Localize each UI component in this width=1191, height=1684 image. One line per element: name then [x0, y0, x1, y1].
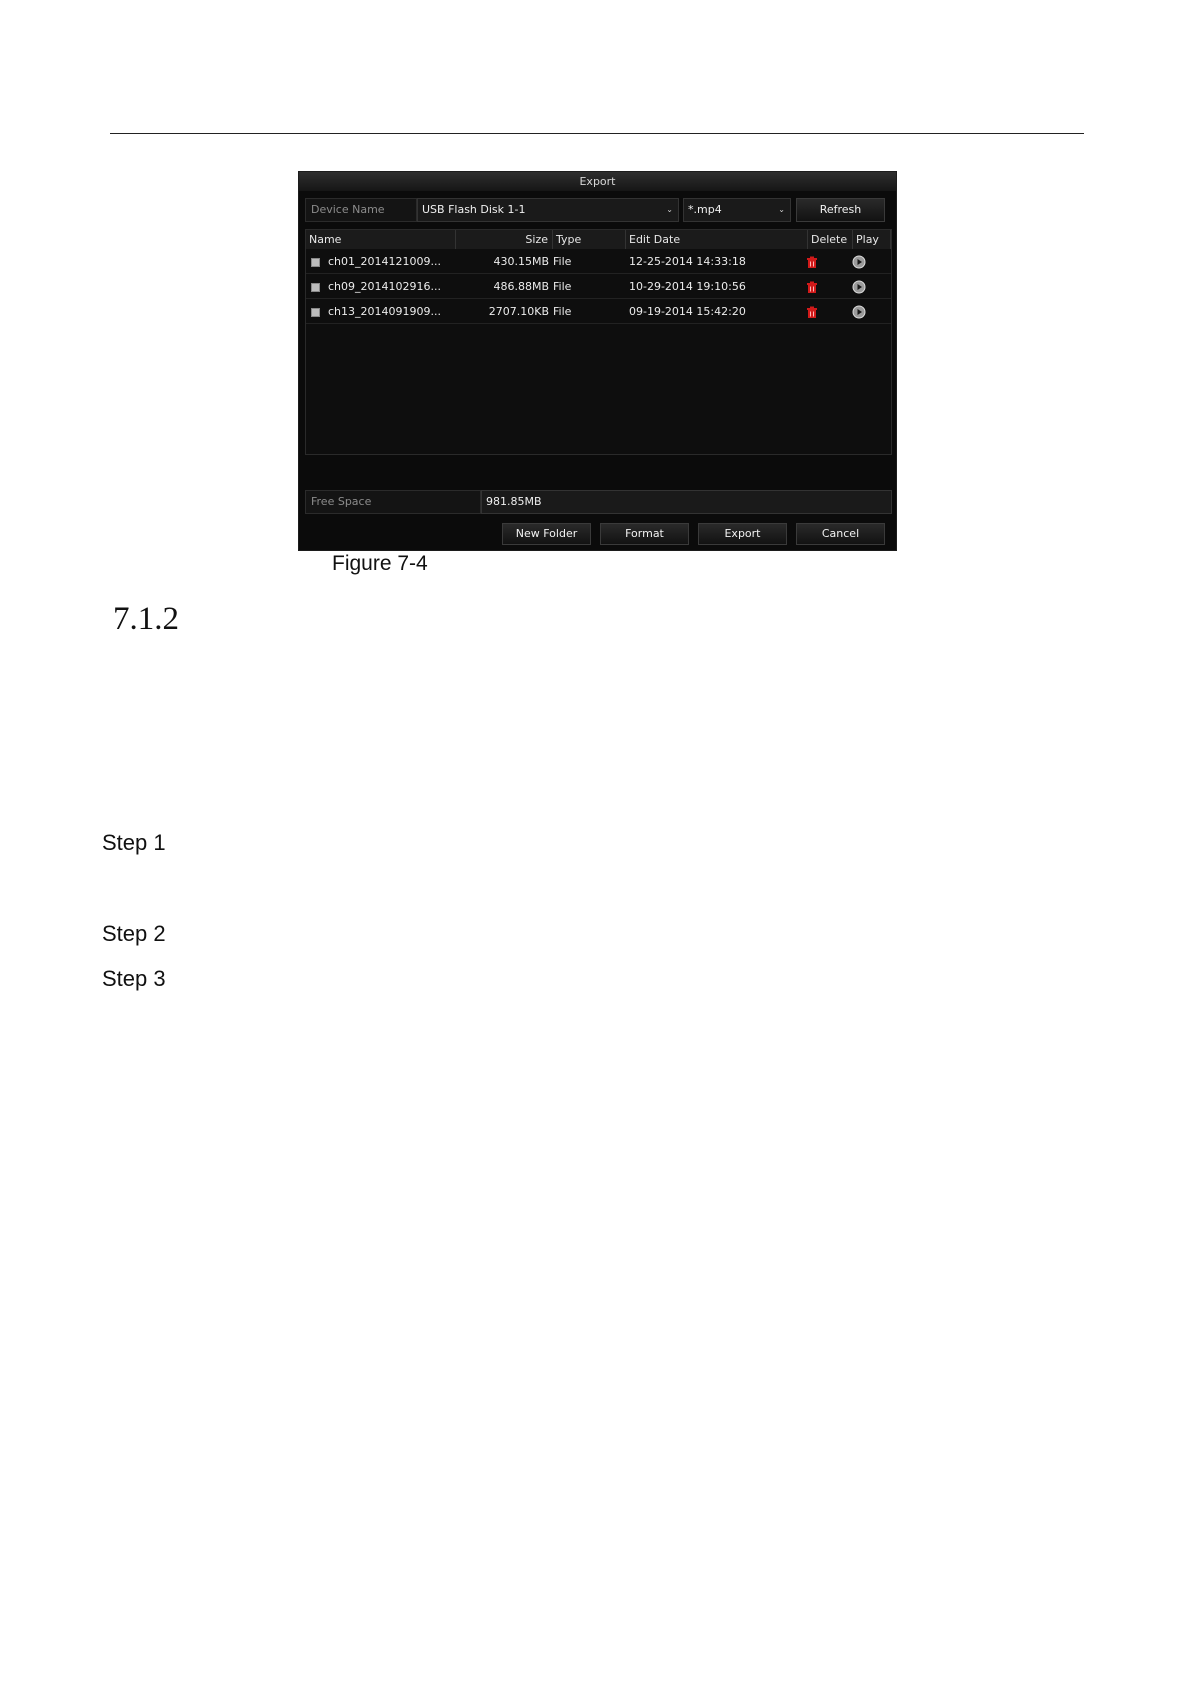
step-label: Step 2	[102, 921, 166, 946]
column-header-play: Play	[853, 230, 891, 249]
file-name: ch01_2014121009...	[328, 255, 441, 268]
trash-icon[interactable]	[806, 306, 818, 318]
cancel-button[interactable]: Cancel	[796, 523, 885, 545]
file-type: File	[553, 255, 572, 268]
format-button[interactable]: Format	[600, 523, 689, 545]
file-edit-date: 09-19-2014 15:42:20	[629, 305, 746, 318]
free-space-value: 981.85MB	[481, 490, 892, 514]
file-edit-date: 10-29-2014 19:10:56	[629, 280, 746, 293]
file-size: 430.15MB	[493, 255, 549, 268]
row-checkbox[interactable]	[311, 308, 320, 317]
step-label: Step 3	[102, 966, 166, 991]
column-header-size[interactable]: Size	[456, 230, 553, 249]
refresh-button[interactable]: Refresh	[796, 198, 885, 222]
row-checkbox[interactable]	[311, 283, 320, 292]
column-header-type[interactable]: Type	[553, 230, 626, 249]
column-header-edit-date[interactable]: Edit Date	[626, 230, 808, 249]
file-type-value: *.mp4	[688, 203, 722, 216]
file-row[interactable]: ch13_2014091909... 2707.10KB File 09-19-…	[306, 300, 891, 324]
file-type-select[interactable]: *.mp4 ⌄	[683, 198, 791, 222]
trash-icon[interactable]	[806, 281, 818, 293]
play-icon[interactable]	[852, 305, 866, 319]
column-header-delete: Delete	[808, 230, 853, 249]
file-row[interactable]: ch01_2014121009... 430.15MB File 12-25-2…	[306, 250, 891, 274]
step-label: Step 1	[102, 830, 166, 855]
chevron-down-icon: ⌄	[778, 205, 785, 214]
chevron-down-icon: ⌄	[666, 205, 673, 214]
column-header-name[interactable]: Name	[306, 230, 456, 249]
file-name: ch09_2014102916...	[328, 280, 441, 293]
export-dialog: Export Device Name USB Flash Disk 1-1 ⌄ …	[298, 171, 897, 551]
file-type: File	[553, 305, 572, 318]
file-name: ch13_2014091909...	[328, 305, 441, 318]
trash-icon[interactable]	[806, 256, 818, 268]
export-button[interactable]: Export	[698, 523, 787, 545]
file-list: Name Size Type Edit Date Delete Play ch0…	[305, 229, 892, 455]
file-size: 486.88MB	[493, 280, 549, 293]
file-edit-date: 12-25-2014 14:33:18	[629, 255, 746, 268]
play-icon[interactable]	[852, 280, 866, 294]
section-number: 7.1.2	[113, 601, 179, 637]
header-rule	[110, 133, 1084, 134]
play-icon[interactable]	[852, 255, 866, 269]
device-name-value: USB Flash Disk 1-1	[422, 203, 526, 216]
figure-caption: Figure 7-4	[332, 552, 428, 575]
row-checkbox[interactable]	[311, 258, 320, 267]
file-row[interactable]: ch09_2014102916... 486.88MB File 10-29-2…	[306, 275, 891, 299]
file-size: 2707.10KB	[488, 305, 549, 318]
new-folder-button[interactable]: New Folder	[502, 523, 591, 545]
free-space-label: Free Space	[305, 490, 481, 514]
device-name-label: Device Name	[305, 198, 417, 222]
file-type: File	[553, 280, 572, 293]
device-name-select[interactable]: USB Flash Disk 1-1 ⌄	[417, 198, 679, 222]
dialog-title: Export	[299, 172, 896, 191]
